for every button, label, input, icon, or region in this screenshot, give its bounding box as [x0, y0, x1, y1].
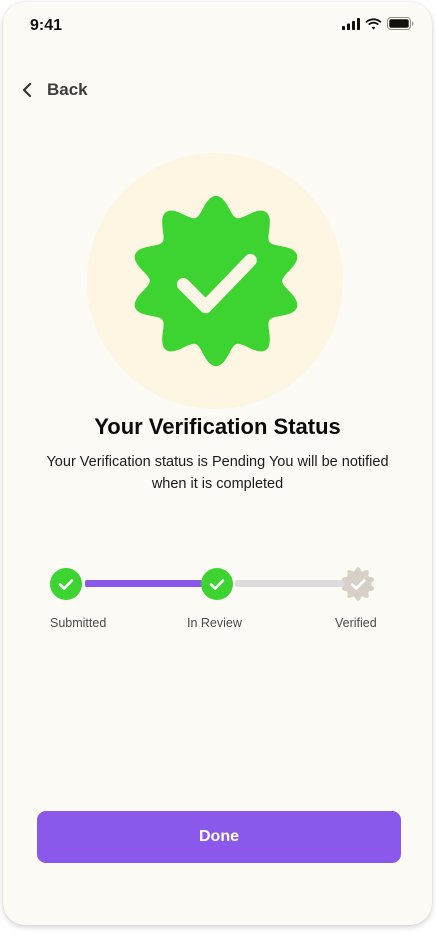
back-button[interactable]: Back [21, 76, 88, 104]
verification-stepper: Submitted In Review Verified [3, 562, 432, 642]
step-verified-badge-icon [341, 567, 375, 601]
progress-line-review-verified [235, 580, 345, 587]
step-submitted-check-icon [50, 568, 82, 600]
battery-icon [387, 17, 414, 30]
back-label: Back [47, 80, 88, 99]
status-icons [342, 17, 414, 30]
page-subtitle: Your Verification status is Pending You … [46, 454, 389, 492]
chevron-left-icon [22, 82, 32, 98]
step-label-submitted: Submitted [50, 616, 107, 630]
done-button[interactable]: Done [37, 811, 401, 863]
status-time: 9:41 [30, 17, 63, 34]
step-label-in-review: In Review [187, 616, 242, 630]
phone-screen: 9:41 Back Your Verification Status Your … [3, 2, 432, 925]
page-title: Your Verification Status [94, 414, 341, 439]
verified-badge-icon [134, 195, 298, 367]
status-bar: 9:41 [3, 2, 432, 50]
progress-line-submitted-review [85, 580, 202, 587]
cellular-signal-icon [342, 17, 360, 30]
step-in-review-check-icon [201, 568, 233, 600]
step-label-verified: Verified [335, 616, 377, 630]
wifi-icon [365, 17, 382, 30]
